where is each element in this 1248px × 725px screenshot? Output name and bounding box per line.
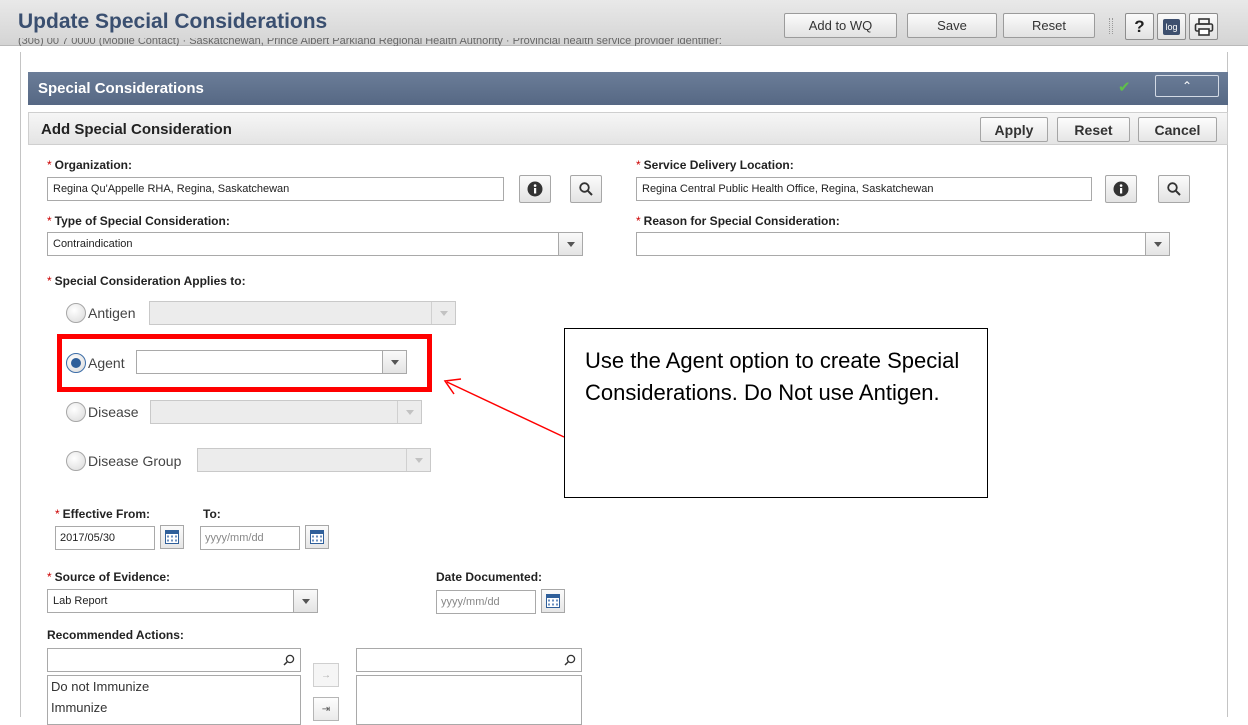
callout-text: Use the Agent option to create Special C… (585, 348, 960, 405)
instruction-callout: Use the Agent option to create Special C… (564, 328, 988, 498)
